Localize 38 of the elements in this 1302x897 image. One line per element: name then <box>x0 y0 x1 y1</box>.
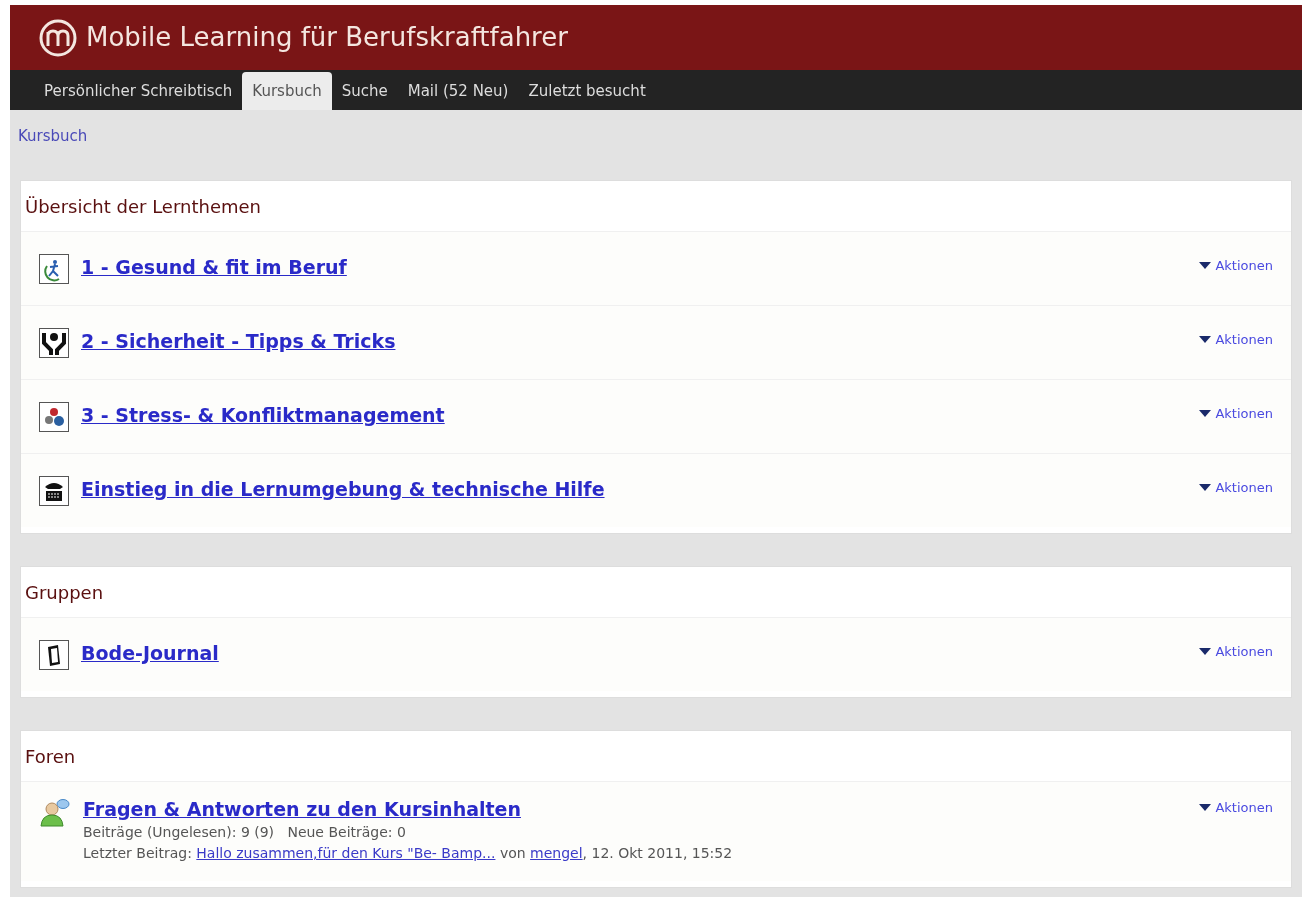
actions-dropdown[interactable]: Aktionen <box>1199 478 1273 498</box>
users-icon <box>39 796 71 828</box>
topic-link[interactable]: Bode-Journal <box>81 640 1200 666</box>
nav-tab[interactable]: Kursbuch <box>242 72 332 110</box>
actions-dropdown[interactable]: Aktionen <box>1199 642 1273 662</box>
topic-link[interactable]: Einstieg in die Lernumgebung & technische Hilfe <box>81 476 1200 502</box>
caret-icon <box>1199 409 1212 418</box>
section-title: Übersicht der Lernthemen <box>24 194 262 219</box>
topic-link[interactable]: 2 - Sicherheit - Tipps & Tricks <box>81 328 1200 354</box>
running-figure-icon <box>39 254 69 284</box>
actions-dropdown[interactable]: Aktionen <box>1199 330 1273 350</box>
topic-link[interactable]: 3 - Stress- & Konfliktmanagement <box>81 402 1200 428</box>
topic-link[interactable]: 1 - Gesund & fit im Beruf <box>81 254 1200 280</box>
topic-link[interactable]: Fragen & Antworten zu den Kursinhalten <box>83 796 1200 822</box>
caret-icon <box>1199 483 1212 492</box>
actions-dropdown[interactable]: Aktionen <box>1199 404 1273 424</box>
nav-tab[interactable]: Persönlicher Schreibtisch <box>34 72 243 110</box>
app-title: Mobile Learning für Berufskraftfahrer <box>86 21 568 54</box>
telephone-icon <box>39 476 69 506</box>
breadcrumb-link[interactable]: Kursbuch <box>18 127 88 145</box>
author-link[interactable]: mengel <box>530 845 583 861</box>
caret-icon <box>1199 647 1212 656</box>
section-title: Foren <box>24 744 77 769</box>
nav-tab[interactable]: Suche <box>331 72 398 110</box>
post-stats: Beiträge (Ungelesen): 9 (9) Neue Beiträge: 0 <box>83 823 407 842</box>
logo-icon <box>38 17 78 58</box>
protecting-hands-icon <box>39 328 69 358</box>
colored-circles-icon <box>39 402 69 432</box>
actions-dropdown[interactable]: Aktionen <box>1199 256 1273 276</box>
caret-icon <box>1199 335 1212 344</box>
section-title: Gruppen <box>24 580 105 605</box>
last-post-line: Letzter Beitrag: Hallo zusammen,für den Kurs "Be- Bamp... von mengel, 12. Okt 2011, 15:52 <box>83 844 734 863</box>
nav-tab[interactable]: Zuletzt besucht <box>518 72 656 110</box>
actions-dropdown[interactable]: Aktionen <box>1199 798 1273 818</box>
post-link[interactable]: Hallo zusammen,für den Kurs "Be- Bamp... <box>196 845 496 861</box>
caret-icon <box>1199 803 1212 812</box>
nav-tab[interactable]: Mail (52 Neu) <box>397 72 519 110</box>
caret-icon <box>1199 261 1212 270</box>
